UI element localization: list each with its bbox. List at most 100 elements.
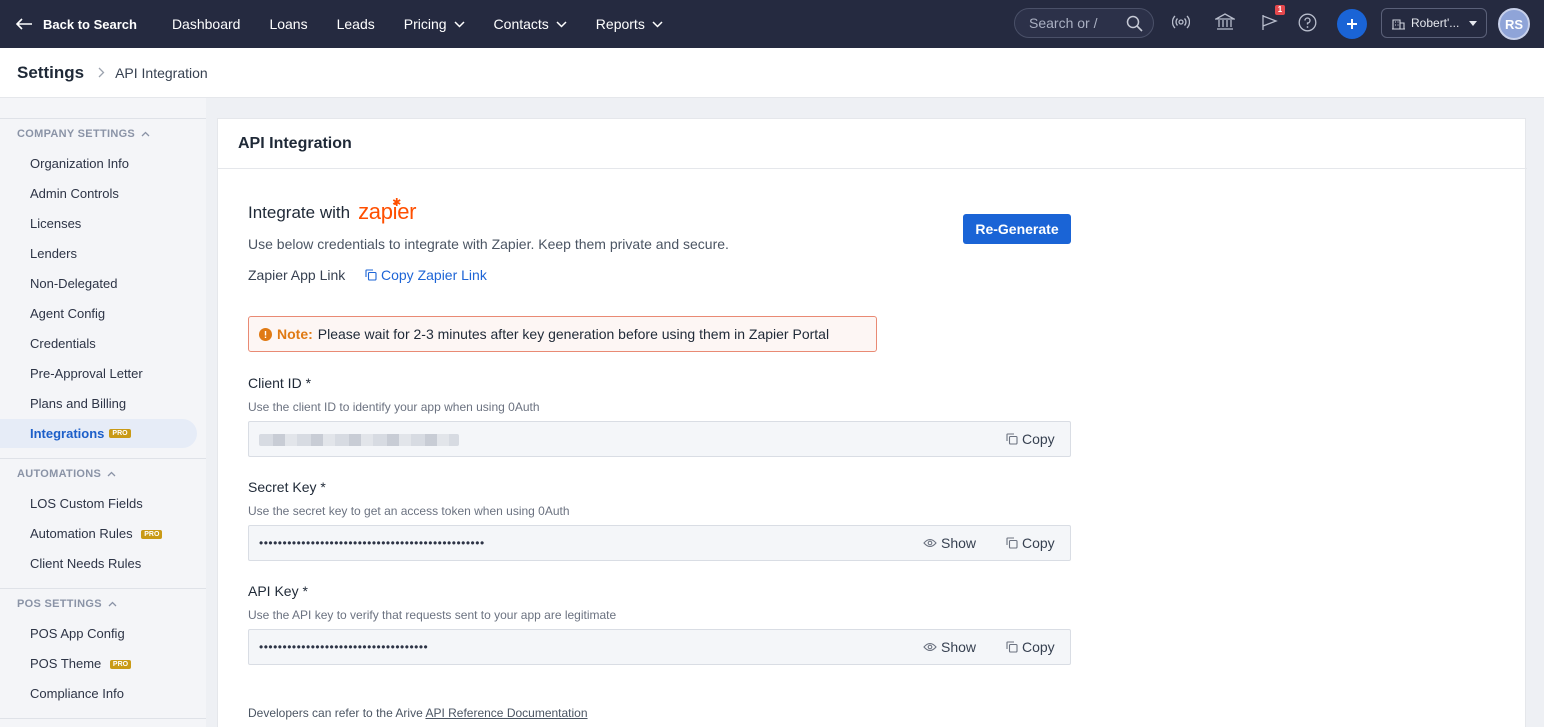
sidebar-item-organization-info[interactable]: Organization Info [30, 156, 129, 171]
sidebar-item-automation-rules-label: Automation Rules [30, 526, 133, 541]
chevron-up-icon [141, 131, 150, 137]
nav-pricing[interactable]: Pricing [404, 16, 465, 32]
section-automations-label: AUTOMATIONS [17, 468, 102, 480]
chevron-down-icon [652, 20, 663, 28]
client-id-redacted-value [259, 434, 459, 446]
nav-contacts-label: Contacts [493, 16, 549, 32]
sidebar-item-licenses[interactable]: Licenses [30, 216, 81, 231]
search-input[interactable] [1029, 15, 1129, 31]
chevron-down-icon [454, 20, 465, 28]
integrate-heading: Integrate with zapier ✱ [248, 197, 416, 223]
pro-badge: PRO [109, 429, 131, 438]
user-avatar[interactable]: RS [1498, 8, 1530, 40]
nav-leads-label: Leads [336, 16, 375, 32]
chevron-right-icon [98, 67, 105, 78]
nav-dashboard-label: Dashboard [171, 16, 241, 32]
copy-client-id-button[interactable]: Copy [1006, 431, 1055, 447]
announcement-flag-icon[interactable] [1261, 13, 1279, 31]
sidebar-item-automation-rules[interactable]: Automation Rules PRO [30, 526, 163, 541]
sidebar-item-credentials[interactable]: Credentials [30, 336, 96, 351]
nav-reports[interactable]: Reports [596, 16, 663, 32]
broadcast-icon[interactable] [1172, 13, 1190, 31]
caret-down-icon [1469, 21, 1477, 26]
sidebar-item-client-needs-rules[interactable]: Client Needs Rules [30, 556, 141, 571]
page-title: API Integration [238, 135, 352, 152]
breadcrumb: Settings API Integration [0, 48, 1544, 98]
nav-dashboard[interactable]: Dashboard [172, 16, 241, 32]
sidebar-item-pre-approval-letter[interactable]: Pre-Approval Letter [30, 366, 143, 381]
note-label: Note: [277, 326, 313, 342]
copy-icon [1006, 433, 1018, 445]
section-automations[interactable]: AUTOMATIONS [17, 468, 116, 480]
copy-api-key-button[interactable]: Copy [1006, 639, 1055, 655]
show-secret-key-button[interactable]: Show [923, 535, 976, 551]
developer-note-text: Developers can refer to the Arive [248, 706, 423, 720]
breadcrumb-settings[interactable]: Settings [17, 63, 84, 83]
regenerate-button[interactable]: Re-Generate [963, 214, 1071, 244]
api-reference-documentation-link[interactable]: API Reference Documentation [425, 706, 587, 720]
secret-key-label: Secret Key * [248, 479, 326, 495]
sidebar-item-pos-theme[interactable]: POS Theme PRO [30, 656, 132, 671]
copy-zapier-link[interactable]: Copy Zapier Link [365, 267, 487, 283]
show-label: Show [941, 535, 977, 551]
sidebar-item-integrations[interactable]: Integrations PRO [0, 419, 197, 448]
section-pos-settings[interactable]: POS SETTINGS [17, 598, 117, 610]
developer-note: Developers can refer to the Arive API Re… [248, 706, 588, 720]
show-label: Show [941, 639, 977, 655]
chevron-up-icon [108, 601, 117, 607]
copy-label: Copy [1022, 639, 1055, 655]
api-key-masked-value: •••••••••••••••••••••••••••••••••••• [259, 640, 429, 654]
client-id-field[interactable]: Copy [248, 421, 1071, 457]
eye-icon [923, 642, 937, 652]
secret-key-help: Use the secret key to get an access toke… [248, 504, 570, 518]
help-icon[interactable] [1298, 13, 1317, 32]
card-divider [218, 168, 1527, 169]
nav-loans[interactable]: Loans [269, 16, 307, 32]
sidebar-item-plans-and-billing[interactable]: Plans and Billing [30, 396, 126, 411]
nav-leads[interactable]: Leads [337, 16, 375, 32]
breadcrumb-current: API Integration [115, 64, 208, 81]
sidebar-item-los-custom-fields[interactable]: LOS Custom Fields [30, 496, 143, 511]
sidebar-item-admin-controls[interactable]: Admin Controls [30, 186, 119, 201]
copy-icon [365, 269, 377, 281]
sidebar-item-pos-app-config[interactable]: POS App Config [30, 626, 125, 641]
sidebar-divider [0, 588, 206, 589]
copy-secret-key-button[interactable]: Copy [1006, 535, 1055, 551]
chevron-down-icon [556, 20, 567, 28]
api-key-label: API Key * [248, 583, 308, 599]
api-key-field[interactable]: •••••••••••••••••••••••••••••••••••• Sho… [248, 629, 1071, 665]
bank-icon[interactable] [1215, 13, 1235, 31]
sidebar-item-compliance-info[interactable]: Compliance Info [30, 686, 124, 701]
section-company-settings[interactable]: COMPANY SETTINGS [17, 128, 150, 140]
back-to-search-link[interactable]: Back to Search [16, 17, 137, 32]
sidebar-item-integrations-label: Integrations [30, 426, 105, 441]
copy-label: Copy [1022, 431, 1055, 447]
organization-selector[interactable]: Robert'... [1381, 8, 1487, 38]
pro-badge: PRO [141, 530, 163, 539]
sidebar-item-lenders[interactable]: Lenders [30, 246, 77, 261]
nav-contacts[interactable]: Contacts [494, 16, 567, 32]
create-new-button[interactable] [1337, 9, 1367, 39]
settings-sidebar: COMPANY SETTINGS Organization Info Admin… [0, 98, 206, 727]
show-api-key-button[interactable]: Show [923, 639, 976, 655]
search-icon[interactable] [1126, 15, 1143, 32]
api-integration-card: API Integration Integrate with zapier ✱ … [217, 118, 1527, 727]
sidebar-divider [0, 718, 206, 719]
info-alert-icon [259, 327, 272, 341]
secret-key-masked-value: ••••••••••••••••••••••••••••••••••••••••… [259, 536, 485, 550]
client-id-label: Client ID * [248, 375, 312, 391]
sidebar-item-agent-config[interactable]: Agent Config [30, 306, 105, 321]
secret-key-field[interactable]: ••••••••••••••••••••••••••••••••••••••••… [248, 525, 1071, 561]
nav-loans-label: Loans [269, 16, 308, 32]
chevron-up-icon [107, 471, 116, 477]
copy-icon [1006, 641, 1018, 653]
api-key-help: Use the API key to verify that requests … [248, 608, 617, 622]
notification-badge: 1 [1275, 5, 1285, 15]
integration-description: Use below credentials to integrate with … [248, 236, 729, 252]
plus-icon [1347, 19, 1357, 29]
copy-zapier-link-label: Copy Zapier Link [381, 267, 487, 283]
sidebar-item-non-delegated[interactable]: Non-Delegated [30, 276, 117, 291]
zapier-asterisk-icon: ✱ [392, 197, 401, 209]
back-to-search-label: Back to Search [43, 16, 137, 32]
building-icon [1392, 18, 1405, 30]
